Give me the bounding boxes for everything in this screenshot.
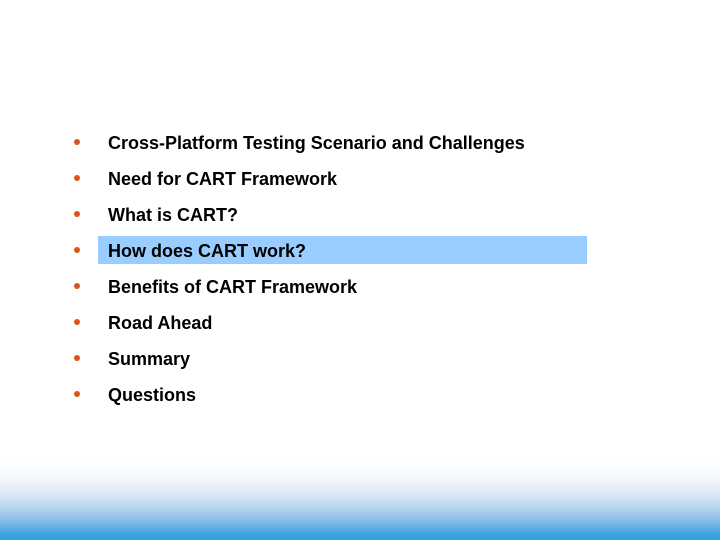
- agenda-item-label: Summary: [108, 349, 191, 369]
- bullet-icon: [74, 139, 80, 145]
- bullet-icon: [74, 391, 80, 397]
- agenda-item-label: Cross-Platform Testing Scenario and Chal…: [108, 133, 525, 153]
- slide: Cross-Platform Testing Scenario and Chal…: [0, 0, 720, 540]
- agenda-item-label: Need for CART Framework: [108, 169, 338, 189]
- agenda-list: Cross-Platform Testing Scenario and Chal…: [0, 125, 720, 413]
- agenda-item: Road Ahead: [0, 305, 720, 341]
- agenda-item: Cross-Platform Testing Scenario and Chal…: [0, 125, 720, 161]
- agenda-item: Benefits of CART Framework: [0, 269, 720, 305]
- agenda-item-label: Benefits of CART Framework: [108, 277, 358, 297]
- agenda-item-label: What is CART?: [108, 205, 238, 225]
- agenda-item-label: How does CART work?: [108, 241, 307, 261]
- bullet-icon: [74, 247, 80, 253]
- footer-gradient-band: [0, 462, 720, 540]
- bullet-icon: [74, 319, 80, 325]
- bullet-icon: [74, 211, 80, 217]
- bullet-icon: [74, 175, 80, 181]
- bullet-icon: [74, 355, 80, 361]
- agenda-item: Need for CART Framework: [0, 161, 720, 197]
- agenda-item-current: How does CART work?: [0, 233, 720, 269]
- agenda-item: Questions: [0, 377, 720, 413]
- agenda-item: What is CART?: [0, 197, 720, 233]
- agenda-item: Summary: [0, 341, 720, 377]
- agenda-item-label: Road Ahead: [108, 313, 213, 333]
- bullet-icon: [74, 283, 80, 289]
- agenda-item-label: Questions: [108, 385, 197, 405]
